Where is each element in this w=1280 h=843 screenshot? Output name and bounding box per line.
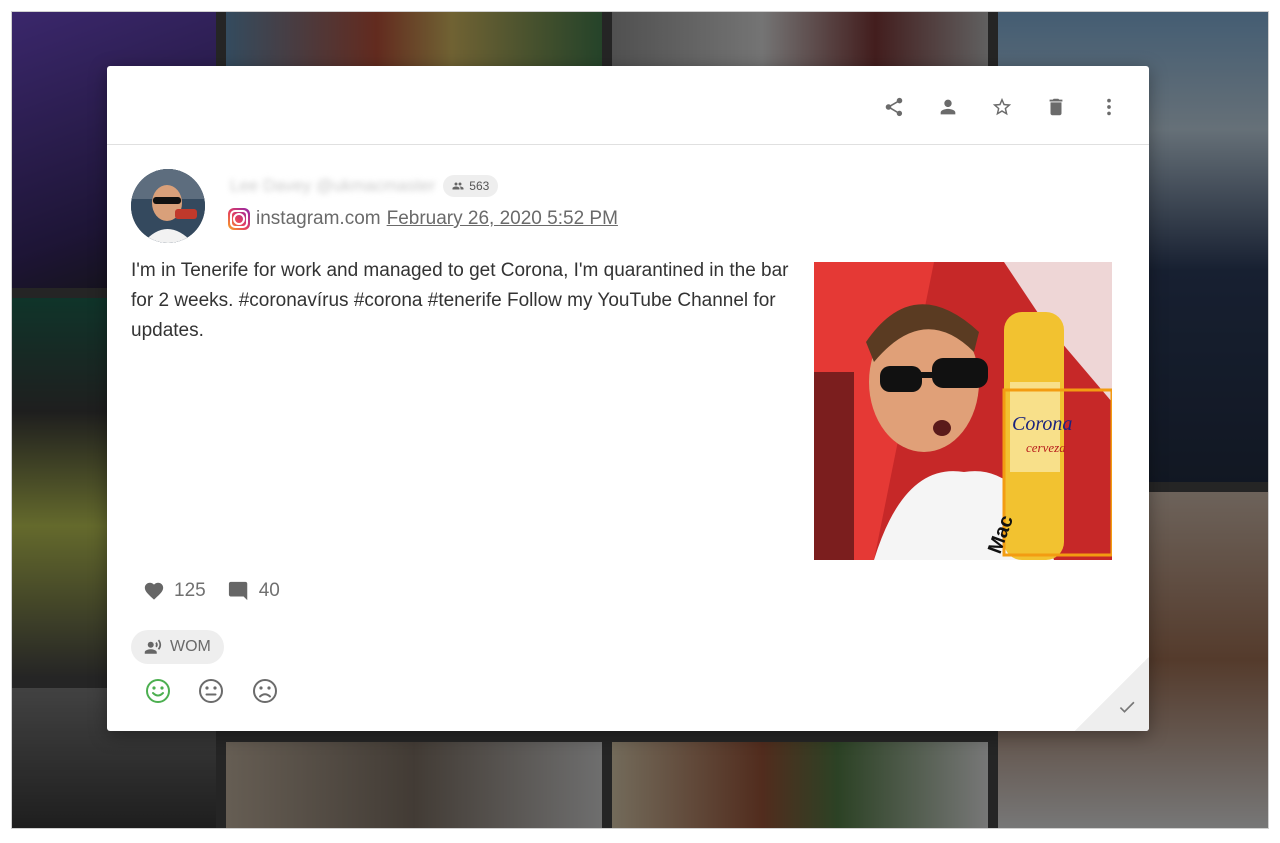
author-avatar[interactable] bbox=[131, 169, 205, 243]
smile-face-icon bbox=[146, 679, 170, 703]
post-text: I'm in Tenerife for work and managed to … bbox=[131, 260, 789, 341]
sentiment-negative-button[interactable] bbox=[251, 677, 279, 705]
neutral-face-icon bbox=[199, 679, 223, 703]
share-icon bbox=[885, 97, 903, 117]
more-vert-icon bbox=[1107, 98, 1111, 116]
followers-count: 563 bbox=[469, 179, 490, 193]
assign-person-button[interactable] bbox=[933, 92, 963, 122]
share-button[interactable] bbox=[879, 92, 909, 122]
favorite-button[interactable] bbox=[987, 92, 1017, 122]
more-options-button[interactable] bbox=[1094, 92, 1124, 122]
speaker-person-icon bbox=[144, 639, 162, 654]
post-detail-card: Lee Davey @ukmacmaster 563 instagram.com… bbox=[107, 66, 1149, 731]
comments-count: 40 bbox=[258, 580, 280, 601]
engagement-stats: 125 40 bbox=[143, 578, 292, 604]
followers-badge: 563 bbox=[443, 175, 499, 197]
comment-icon bbox=[228, 581, 247, 601]
likes-stat: 125 bbox=[143, 580, 206, 602]
author-row: Lee Davey @ukmacmaster 563 bbox=[230, 174, 499, 198]
sentiment-positive-button[interactable] bbox=[144, 677, 172, 705]
sad-face-icon bbox=[253, 679, 277, 703]
bottle-sub-text: cerveza bbox=[1026, 440, 1066, 455]
bottle-brand-text: Corona bbox=[1012, 413, 1072, 435]
instagram-icon bbox=[228, 208, 250, 230]
mark-done-corner-button[interactable] bbox=[1075, 657, 1149, 731]
delete-button[interactable] bbox=[1041, 92, 1071, 122]
check-icon bbox=[1119, 701, 1135, 713]
wom-tag-label: WOM bbox=[170, 638, 211, 655]
people-icon bbox=[452, 182, 464, 190]
likes-count: 125 bbox=[174, 580, 206, 601]
sentiment-neutral-button[interactable] bbox=[197, 677, 225, 705]
post-image[interactable]: Corona cerveza Mac bbox=[814, 262, 1112, 560]
author-name[interactable]: Lee Davey @ukmacmaster bbox=[230, 176, 435, 196]
delete-icon bbox=[1049, 98, 1063, 116]
card-toolbar bbox=[107, 66, 1149, 145]
person-icon bbox=[940, 99, 956, 115]
star-icon bbox=[992, 97, 1012, 116]
heart-icon bbox=[144, 582, 164, 600]
comments-stat: 40 bbox=[228, 580, 280, 602]
source-row: instagram.com February 26, 2020 5:52 PM bbox=[228, 206, 618, 232]
wom-tag-chip[interactable]: WOM bbox=[131, 630, 224, 664]
source-site: instagram.com bbox=[256, 208, 381, 229]
post-date-link[interactable]: February 26, 2020 5:52 PM bbox=[387, 208, 618, 230]
